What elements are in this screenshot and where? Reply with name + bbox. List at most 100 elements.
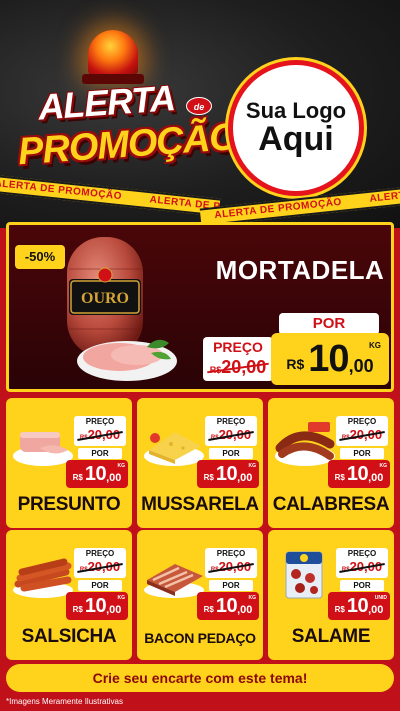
new-price-box: KG R$ 10 ,00	[66, 460, 128, 488]
siren-icon	[88, 30, 138, 76]
price-decimal: ,00	[106, 604, 122, 616]
price-decimal: ,00	[348, 355, 374, 376]
product-card-presunto[interactable]: PREÇO R$20,00 POR KG R$ 10 ,00 PRESUNTO	[6, 398, 132, 528]
old-price-value: 20,00	[221, 357, 267, 377]
por-label: POR	[340, 580, 384, 591]
price-integer: 10	[308, 337, 349, 380]
old-price-currency: R$	[209, 365, 222, 375]
price-unit: UNID	[374, 595, 387, 601]
product-name: MUSSARELA	[141, 494, 259, 515]
price-decimal: ,00	[368, 472, 384, 484]
product-card-bacon-pedaco[interactable]: PREÇO R$20,00 POR KG R$ 10 ,00 BACON PED…	[137, 530, 263, 660]
price-currency: R$	[203, 604, 214, 614]
logo-placeholder[interactable]: Sua Logo Aqui	[228, 60, 364, 196]
old-price-currency: R$	[210, 435, 219, 441]
old-price-value: 20,00	[349, 427, 383, 442]
price-currency: R$	[334, 472, 345, 482]
mortadela-image: OURO	[67, 237, 177, 381]
preco-label: PREÇO	[85, 417, 115, 426]
new-price-box: KG R$ 10 ,00	[66, 592, 128, 620]
old-price: R$20,00	[203, 357, 273, 380]
price-currency: R$	[72, 472, 83, 482]
old-price-box: PREÇO R$20,00	[203, 337, 273, 381]
old-price-currency: R$	[79, 567, 88, 573]
old-price-currency: R$	[210, 567, 219, 573]
logo-text-line1: Sua Logo	[245, 97, 347, 123]
disclaimer-text: *Imagens Meramente Ilustrativas	[6, 697, 123, 706]
price-decimal: ,00	[237, 604, 253, 616]
price-unit: KG	[369, 341, 381, 350]
price-decimal: ,00	[368, 604, 384, 616]
old-price: R$20,00	[205, 427, 257, 446]
old-price-value: 20,00	[87, 427, 121, 442]
old-price: R$20,00	[74, 427, 126, 446]
por-label: POR	[279, 313, 379, 335]
old-price-value: 20,00	[87, 559, 121, 574]
old-price-box: PREÇO R$20,00	[336, 416, 388, 446]
discount-badge: -50%	[15, 245, 65, 269]
price-currency: R$	[72, 604, 83, 614]
preco-label: PREÇO	[213, 339, 263, 355]
new-price-box: KG R$ 10 ,00	[328, 460, 390, 488]
hero-product-mortadela[interactable]: OURO -50% MORTADELA POR PREÇO R$20,00 KG…	[6, 222, 394, 392]
price-unit: KG	[379, 463, 388, 469]
price-decimal: ,00	[237, 472, 253, 484]
preco-label: PREÇO	[216, 417, 246, 426]
price-unit: KG	[117, 595, 126, 601]
product-card-mussarela[interactable]: PREÇO R$20,00 POR KG R$ 10 ,00 MUSSARELA	[137, 398, 263, 528]
hero-product-name: MORTADELA	[215, 255, 385, 285]
preco-label: PREÇO	[347, 417, 377, 426]
por-label: POR	[209, 448, 253, 459]
price-currency: R$	[203, 472, 214, 482]
por-label: POR	[340, 448, 384, 459]
price-unit: KG	[248, 463, 257, 469]
old-price: R$20,00	[336, 427, 388, 446]
price-unit: KG	[248, 595, 257, 601]
old-price-box: PREÇO R$20,00	[74, 548, 126, 578]
product-name: BACON PEDAÇO	[144, 630, 256, 646]
old-price-value: 20,00	[218, 427, 252, 442]
old-price-box: PREÇO R$20,00	[74, 416, 126, 446]
price-decimal: ,00	[106, 472, 122, 484]
product-name: CALABRESA	[272, 494, 390, 515]
brand-logo-text: OURO	[81, 290, 129, 307]
old-price-box: PREÇO R$20,00	[205, 416, 257, 446]
por-label: POR	[209, 580, 253, 591]
price-integer: 10	[84, 594, 107, 617]
old-price: R$20,00	[336, 559, 388, 578]
price-currency: R$	[334, 604, 345, 614]
old-price-box: PREÇO R$20,00	[336, 548, 388, 578]
preco-label: PREÇO	[216, 549, 246, 558]
old-price-box: PREÇO R$20,00	[205, 548, 257, 578]
logo-text-line2: Aqui	[258, 119, 334, 158]
title-de: de	[186, 97, 212, 115]
new-price-box: KG R$ 10 ,00	[271, 333, 389, 385]
price-integer: 10	[215, 594, 238, 617]
new-price-box: UNID R$ 10 ,00	[328, 592, 390, 620]
old-price-currency: R$	[79, 435, 88, 441]
new-price-box: KG R$ 10 ,00	[197, 460, 259, 488]
new-price-box: KG R$ 10 ,00	[197, 592, 259, 620]
old-price-value: 20,00	[218, 559, 252, 574]
price-integer: 10	[346, 594, 369, 617]
por-label: POR	[78, 580, 122, 591]
preco-label: PREÇO	[347, 549, 377, 558]
price-unit: KG	[117, 463, 126, 469]
old-price-currency: R$	[341, 567, 350, 573]
product-card-salame[interactable]: PREÇO R$20,00 POR UNID R$ 10 ,00 SALAME	[268, 530, 394, 660]
product-name: PRESUNTO	[17, 494, 121, 515]
product-card-salsicha[interactable]: PREÇO R$20,00 POR KG R$ 10 ,00 SALSICHA	[6, 530, 132, 660]
product-card-calabresa[interactable]: PREÇO R$20,00 POR KG R$ 10 ,00 CALABRESA	[268, 398, 394, 528]
price-currency: R$	[286, 356, 305, 372]
preco-label: PREÇO	[85, 549, 115, 558]
price-integer: 10	[346, 462, 369, 485]
price-integer: 10	[215, 462, 238, 485]
price-integer: 10	[84, 462, 107, 485]
old-price: R$20,00	[205, 559, 257, 578]
product-name: SALSICHA	[21, 626, 117, 647]
cta-banner[interactable]: Crie seu encarte com este tema!	[6, 664, 394, 692]
old-price: R$20,00	[74, 559, 126, 578]
por-label: POR	[78, 448, 122, 459]
old-price-currency: R$	[341, 435, 350, 441]
old-price-value: 20,00	[349, 559, 383, 574]
